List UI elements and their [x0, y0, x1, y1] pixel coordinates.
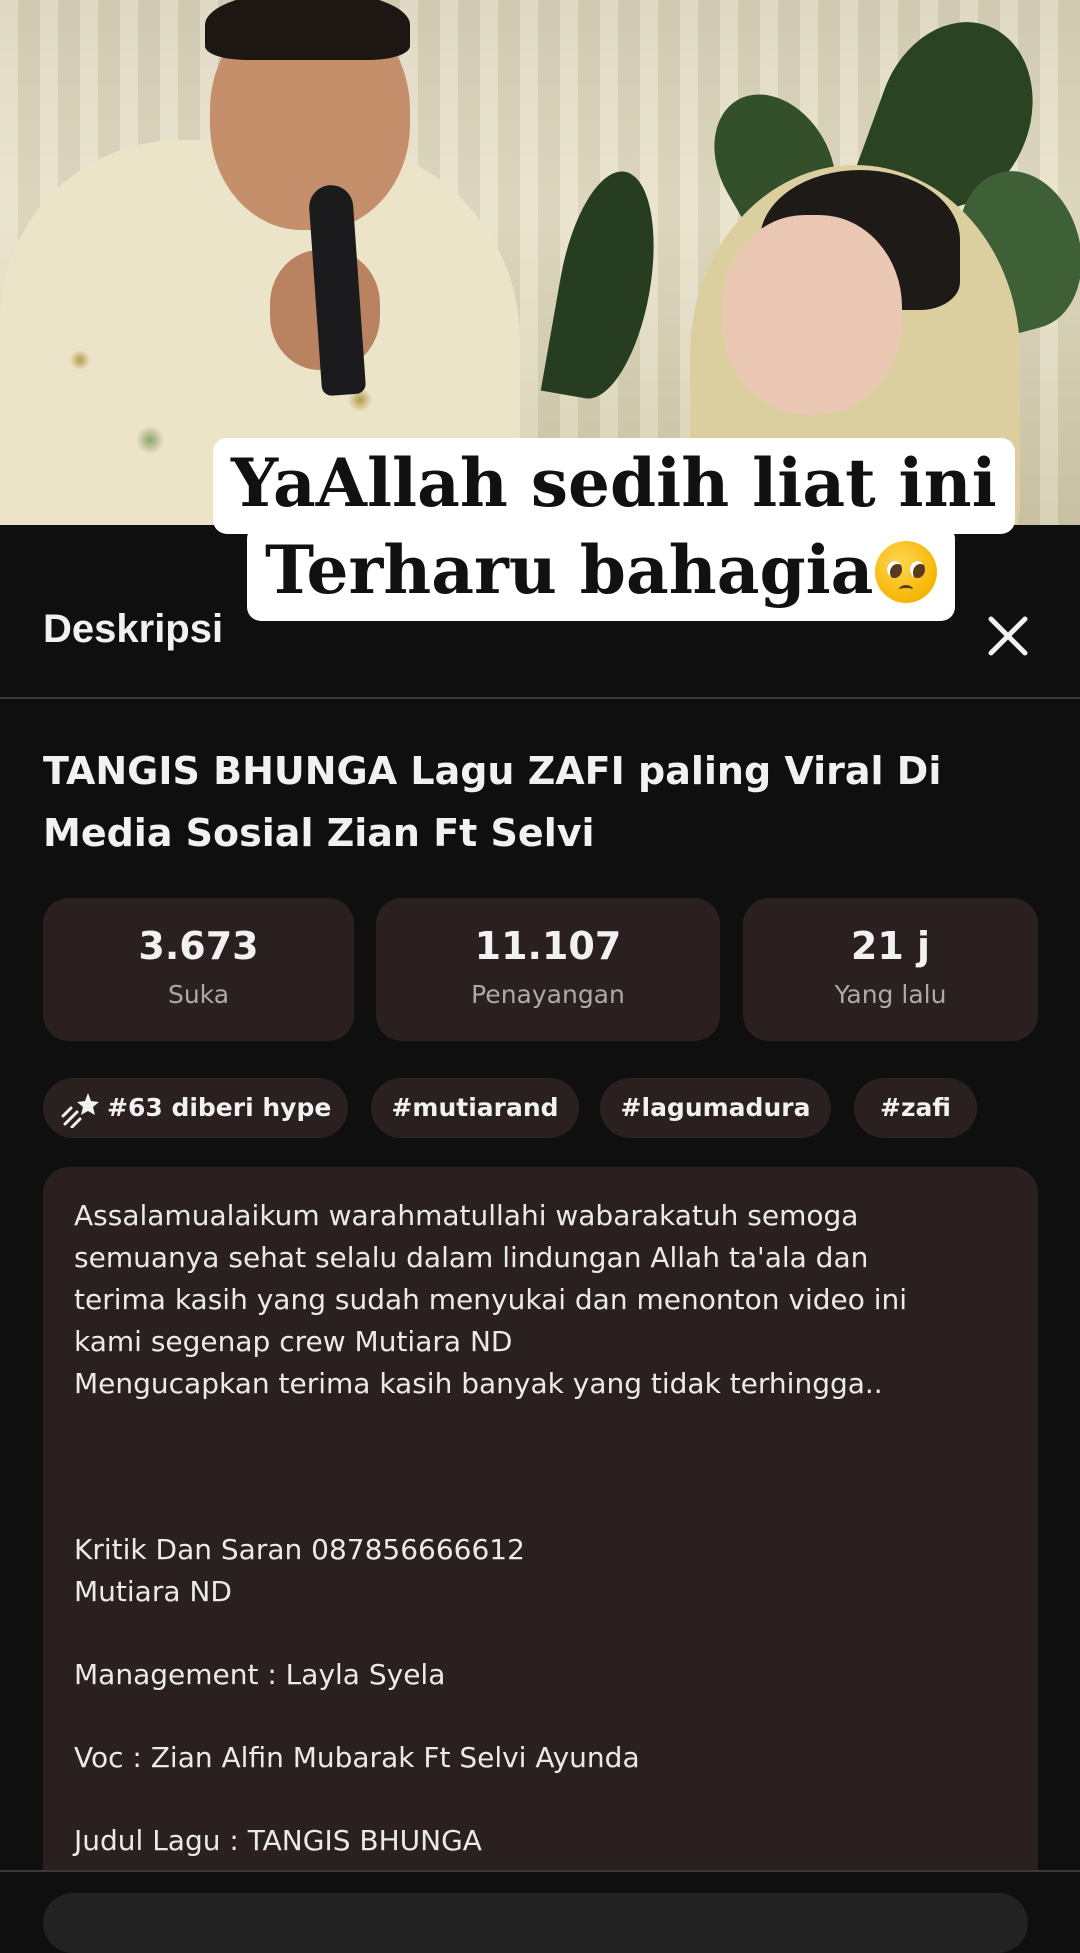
hashtag-chip[interactable]: #mutiarand	[371, 1078, 579, 1138]
description-line: Assalamualaikum warahmatullahi wabarakat…	[74, 1199, 859, 1232]
stat-age: 21 j Yang lalu	[743, 898, 1038, 1041]
stat-views-label: Penayangan	[471, 980, 625, 1009]
stat-likes: 3.673 Suka	[43, 898, 354, 1041]
video-singer2-face	[722, 215, 902, 415]
stat-views: 11.107 Penayangan	[376, 898, 720, 1041]
caption-sticker-line1: YaAllah sedih liat ini	[213, 438, 1015, 534]
close-icon	[988, 616, 1028, 656]
hashtag-chip[interactable]: #zafi	[854, 1078, 977, 1138]
header-divider	[0, 697, 1080, 699]
stat-age-value: 21 j	[850, 924, 931, 968]
description-line: Voc : Zian Alfin Mubarak Ft Selvi Ayunda	[74, 1741, 640, 1774]
caption-sticker-line2: Terharu bahagia	[247, 525, 956, 621]
video-title: TANGIS BHUNGA Lagu ZAFI paling Viral Di …	[43, 749, 942, 855]
video-singer-hair	[205, 0, 410, 60]
description-line: Management : Layla Syela	[74, 1658, 446, 1691]
description-line: kami segenap crew Mutiara ND	[74, 1325, 513, 1358]
description-line: Mutiara ND	[74, 1575, 232, 1608]
stat-likes-value: 3.673	[138, 924, 259, 968]
hype-chip-label: #63 diberi hype	[107, 1093, 332, 1122]
hashtag-chip[interactable]: #lagumadura	[600, 1078, 831, 1138]
hype-icon	[61, 1093, 99, 1128]
stat-views-value: 11.107	[474, 924, 622, 968]
panel-title: Deskripsi	[43, 607, 224, 651]
description-box: Assalamualaikum warahmatullahi wabarakat…	[43, 1167, 1038, 1920]
bottom-input-pill[interactable]	[43, 1893, 1028, 1953]
description-line: semuanya sehat selalu dalam lindungan Al…	[74, 1241, 869, 1274]
description-line: terima kasih yang sudah menyukai dan men…	[74, 1283, 908, 1316]
hype-chip[interactable]: #63 diberi hype	[43, 1078, 348, 1138]
caption-text-line1: YaAllah sedih liat ini	[231, 444, 997, 522]
pleading-face-emoji	[875, 541, 938, 603]
description-line: Judul Lagu : TANGIS BHUNGA	[74, 1824, 482, 1857]
stat-age-label: Yang lalu	[834, 980, 947, 1009]
close-button[interactable]	[978, 606, 1038, 666]
description-line: Mengucapkan terima kasih banyak yang tid…	[74, 1367, 883, 1400]
stat-likes-label: Suka	[167, 980, 230, 1009]
caption-text-line2: Terharu bahagia	[265, 531, 874, 609]
description-line: Kritik Dan Saran 087856666612	[74, 1533, 525, 1566]
